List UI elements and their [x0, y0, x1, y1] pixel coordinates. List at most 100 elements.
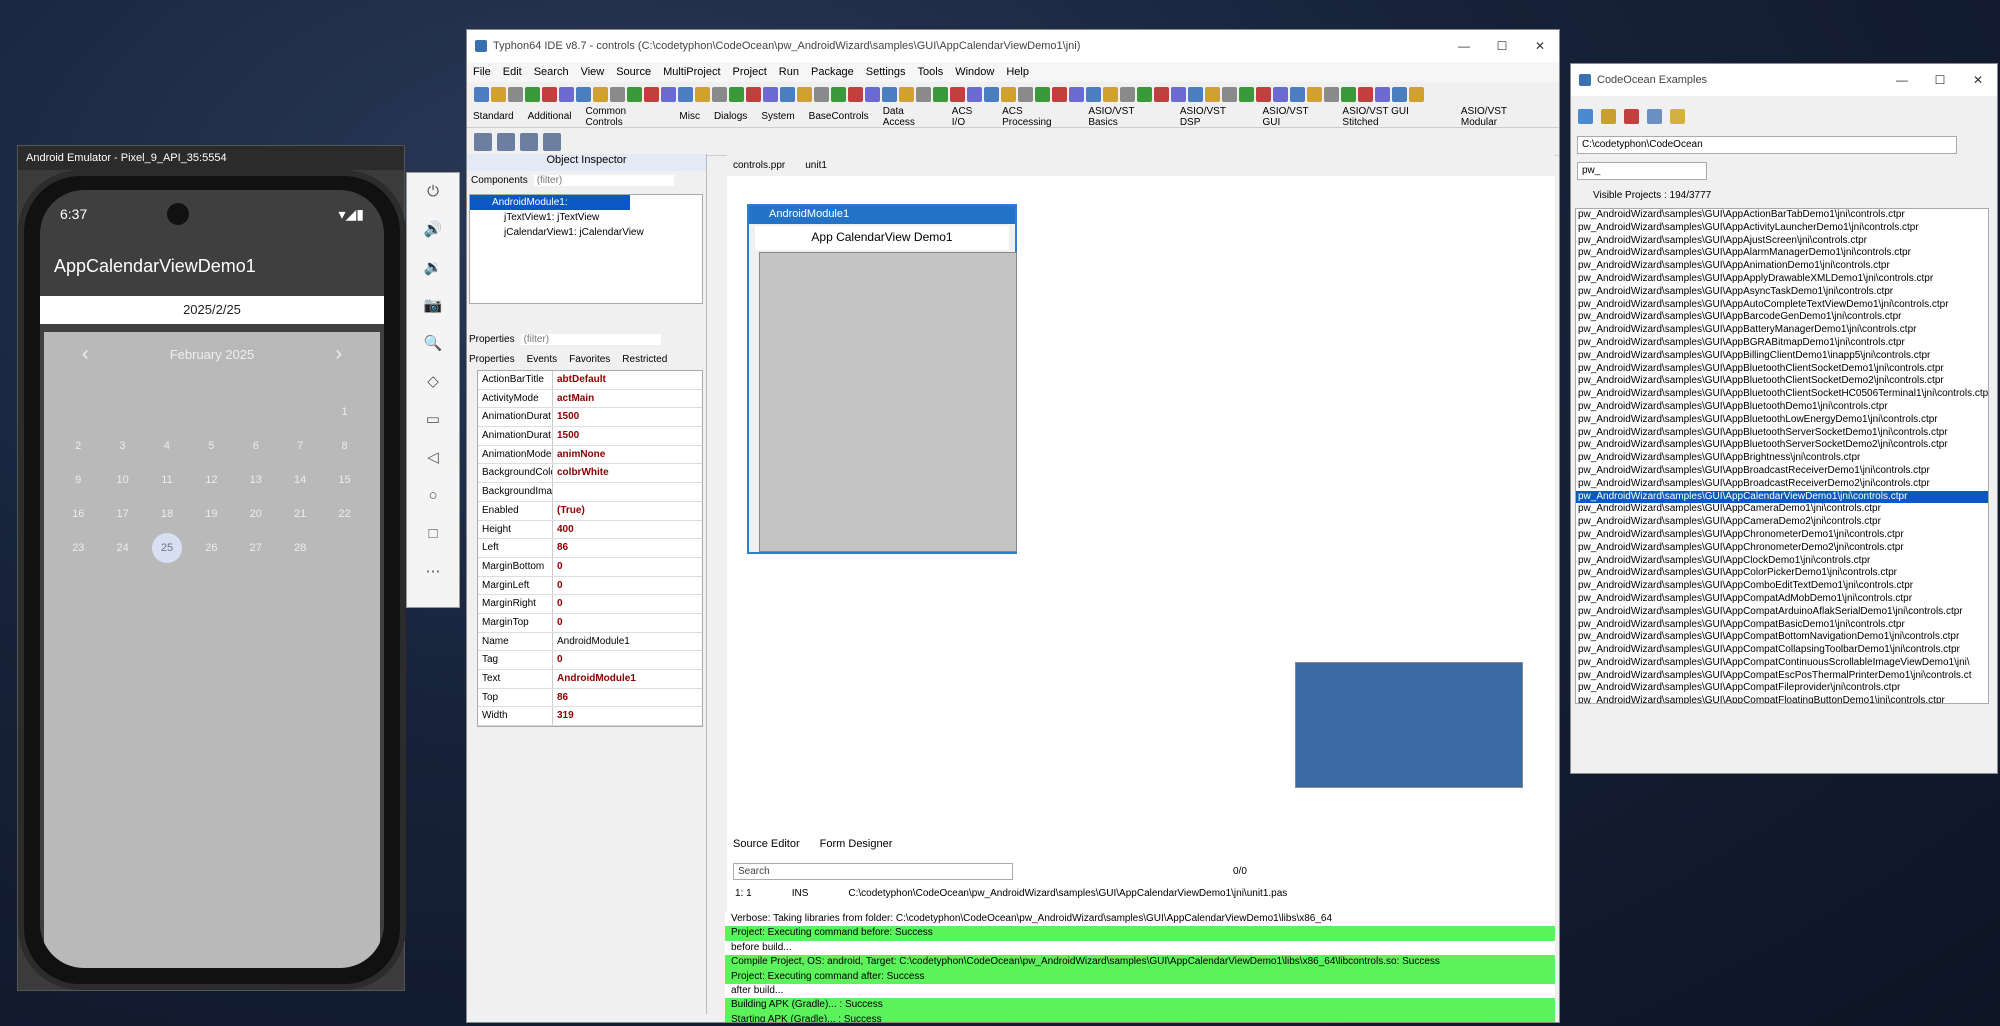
example-item[interactable]: pw_AndroidWizard\samples\GUI\AppBluetoot…: [1576, 388, 1988, 401]
toolbar-icon[interactable]: [1018, 86, 1033, 102]
menu-item[interactable]: Tools: [918, 66, 944, 78]
toolbar-icon[interactable]: [1120, 86, 1135, 102]
property-value[interactable]: 1500: [553, 427, 579, 445]
emulator-control-icon[interactable]: ○: [407, 477, 459, 515]
toolbar-icon[interactable]: [678, 86, 693, 102]
example-item[interactable]: pw_AndroidWizard\samples\GUI\AppBroadcas…: [1576, 465, 1988, 478]
grid-icon[interactable]: [543, 132, 561, 151]
example-item[interactable]: pw_AndroidWizard\samples\GUI\AppBluetoot…: [1576, 401, 1988, 414]
menu-item[interactable]: MultiProject: [663, 66, 720, 78]
maximize-button[interactable]: ☐: [1483, 39, 1521, 53]
menu-item[interactable]: File: [473, 66, 491, 78]
toolbar-icon[interactable]: [763, 86, 778, 102]
property-row[interactable]: Name AndroidModule1: [478, 632, 702, 652]
editor-tab[interactable]: unit1: [805, 160, 827, 171]
property-row[interactable]: Text AndroidModule1: [478, 670, 702, 689]
property-row[interactable]: MarginTop 0: [478, 613, 702, 633]
build-icon[interactable]: [1601, 108, 1616, 124]
property-value[interactable]: 86: [553, 689, 568, 707]
palette-tab[interactable]: Dialogs: [714, 111, 747, 122]
toolbar-icon[interactable]: [1392, 86, 1407, 102]
frame-icon[interactable]: [497, 132, 515, 151]
property-value[interactable]: 0: [553, 651, 563, 669]
tree-node[interactable]: AndroidModule1: TAndroidModule1: [470, 195, 630, 223]
example-item[interactable]: pw_AndroidWizard\samples\GUI\AppBillingC…: [1576, 350, 1988, 363]
example-item[interactable]: pw_AndroidWizard\samples\GUI\AppCompatAd…: [1576, 593, 1988, 606]
property-value[interactable]: (True): [553, 502, 585, 520]
calendar-day[interactable]: 23: [56, 536, 100, 560]
calendar-day[interactable]: 16: [56, 502, 100, 526]
toolbar-icon[interactable]: [1324, 86, 1339, 102]
emulator-control-icon[interactable]: ◇: [407, 363, 459, 401]
example-item[interactable]: pw_AndroidWizard\samples\GUI\AppCompatFi…: [1576, 682, 1988, 695]
calendar-day[interactable]: 19: [189, 502, 233, 526]
toolbar-icon[interactable]: [1375, 86, 1390, 102]
example-item[interactable]: pw_AndroidWizard\samples\GUI\AppCompatBo…: [1576, 631, 1988, 644]
toolbar-icon[interactable]: [848, 86, 863, 102]
property-row[interactable]: AnimationMode animNone: [478, 445, 702, 465]
calendar-day[interactable]: 18: [145, 502, 189, 526]
toolbar-icon[interactable]: [627, 86, 642, 102]
menu-item[interactable]: Help: [1006, 66, 1029, 78]
calendar-day[interactable]: 10: [100, 468, 144, 492]
example-item[interactable]: pw_AndroidWizard\samples\GUI\AppAjustScr…: [1576, 235, 1988, 248]
toolbar-icon[interactable]: [882, 86, 897, 102]
minimize-button[interactable]: —: [1445, 39, 1483, 53]
tree-node[interactable]: jCalendarView1: jCalendarView: [470, 225, 702, 240]
menu-item[interactable]: Edit: [503, 66, 522, 78]
toolbar-icon[interactable]: [1273, 86, 1288, 102]
calendar-day[interactable]: 3: [100, 434, 144, 458]
toolbar-icon[interactable]: [491, 86, 506, 102]
toolbar-icon[interactable]: [729, 86, 744, 102]
example-item[interactable]: pw_AndroidWizard\samples\GUI\AppActionBa…: [1576, 209, 1988, 222]
calendar-day[interactable]: 24: [100, 536, 144, 560]
toolbar-icon[interactable]: [916, 86, 931, 102]
folder-icon[interactable]: [1670, 108, 1685, 124]
property-row[interactable]: Tag 0: [478, 651, 702, 670]
properties-filter[interactable]: (filter): [520, 334, 661, 345]
calendar-day[interactable]: 27: [234, 536, 278, 560]
property-row[interactable]: AnimationDurat 1500: [478, 408, 702, 428]
palette-tab[interactable]: System: [761, 111, 794, 122]
calendar-day[interactable]: 13: [234, 468, 278, 492]
property-value[interactable]: 0: [553, 595, 563, 613]
example-item[interactable]: pw_AndroidWizard\samples\GUI\AppClockDem…: [1576, 555, 1988, 568]
example-item[interactable]: pw_AndroidWizard\samples\GUI\AppCompatEs…: [1576, 670, 1988, 683]
menu-item[interactable]: Project: [733, 66, 767, 78]
form-designer[interactable]: AndroidModule1 App CalendarView Demo1: [747, 204, 1017, 554]
bottom-tab[interactable]: Source Editor: [733, 838, 800, 850]
toolbar-icon[interactable]: [1358, 86, 1373, 102]
toolbar-icon[interactable]: [1222, 86, 1237, 102]
example-item[interactable]: pw_AndroidWizard\samples\GUI\AppBrightne…: [1576, 452, 1988, 465]
property-row[interactable]: Top 86: [478, 688, 702, 708]
toolbar-icon[interactable]: [1256, 86, 1271, 102]
calendar-day[interactable]: 6: [234, 434, 278, 458]
property-value[interactable]: 86: [553, 539, 568, 557]
property-value[interactable]: animNone: [553, 446, 605, 464]
toolbar-icon[interactable]: [1239, 86, 1254, 102]
calendar-day[interactable]: 17: [100, 502, 144, 526]
example-item[interactable]: pw_AndroidWizard\samples\GUI\AppBatteryM…: [1576, 324, 1988, 337]
example-item[interactable]: pw_AndroidWizard\samples\GUI\AppChronome…: [1576, 542, 1988, 555]
toolbar-icon[interactable]: [831, 86, 846, 102]
property-value[interactable]: colbrWhite: [553, 464, 609, 482]
example-item[interactable]: pw_AndroidWizard\samples\GUI\AppAutoComp…: [1576, 299, 1988, 312]
example-item[interactable]: pw_AndroidWizard\samples\GUI\AppAlarmMan…: [1576, 247, 1988, 260]
example-item[interactable]: pw_AndroidWizard\samples\GUI\AppBarcodeG…: [1576, 311, 1988, 324]
emulator-control-icon[interactable]: 📷: [407, 287, 459, 325]
calendar-day[interactable]: 21: [278, 502, 322, 526]
property-row[interactable]: Enabled (True): [478, 501, 702, 521]
property-value[interactable]: 400: [553, 521, 574, 539]
example-item[interactable]: pw_AndroidWizard\samples\GUI\AppCompatFl…: [1576, 695, 1988, 703]
menu-item[interactable]: Source: [616, 66, 651, 78]
toolbar-icon[interactable]: [797, 86, 812, 102]
palette-tab[interactable]: Common Controls: [586, 106, 666, 128]
toolbar-icon[interactable]: [1052, 86, 1067, 102]
example-item[interactable]: pw_AndroidWizard\samples\GUI\AppCompatCo…: [1576, 657, 1988, 670]
example-item[interactable]: pw_AndroidWizard\samples\GUI\AppCompatCo…: [1576, 644, 1988, 657]
example-item[interactable]: pw_AndroidWizard\samples\GUI\AppBroadcas…: [1576, 478, 1988, 491]
property-tab[interactable]: Restricted: [622, 354, 667, 365]
ex-minimize-button[interactable]: —: [1883, 73, 1921, 87]
example-item[interactable]: pw_AndroidWizard\samples\GUI\AppCompatAr…: [1576, 606, 1988, 619]
property-value[interactable]: 0: [553, 558, 563, 576]
